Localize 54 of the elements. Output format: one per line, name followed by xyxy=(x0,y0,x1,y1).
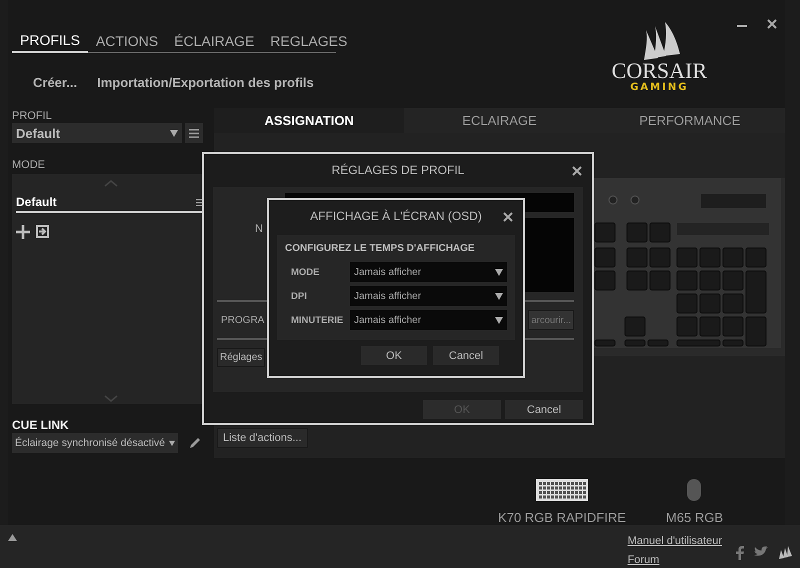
twitter-icon[interactable] xyxy=(754,546,768,556)
footer-link[interactable]: Forum xyxy=(628,554,722,566)
caret-icon xyxy=(169,440,175,446)
action-list-button[interactable]: Liste d'actions... xyxy=(217,428,308,448)
brand-subtitle: GAMING xyxy=(630,82,688,93)
menu-button[interactable] xyxy=(185,123,203,143)
device-name[interactable]: K70 RGB RAPIDFIRE xyxy=(498,510,626,525)
device-tab[interactable]: ECLAIRAGE xyxy=(404,108,595,133)
close-icon xyxy=(767,19,777,29)
mouse-icon xyxy=(686,478,702,502)
keyboard-icon xyxy=(534,478,589,502)
field-label: PROFIL xyxy=(12,110,53,122)
caret-icon xyxy=(495,316,503,324)
display-dropdown[interactable]: Jamais afficher xyxy=(350,310,507,330)
display-dropdown[interactable]: Jamais afficher xyxy=(350,262,507,282)
dialog-button[interactable]: Cancel xyxy=(433,346,499,365)
sails-icon[interactable] xyxy=(778,546,792,558)
field-label: PROGRA xyxy=(221,314,264,326)
settings-button[interactable]: Réglages xyxy=(217,348,266,367)
section-heading: CONFIGUREZ LE TEMPS D'AFFICHAGE xyxy=(285,243,476,254)
dialog-button[interactable]: OK xyxy=(361,346,427,365)
dialog-title: RÉGLAGES DE PROFIL xyxy=(332,163,464,177)
menu-link[interactable]: Importation/Exportation des profils xyxy=(97,75,314,90)
field-label: N xyxy=(255,223,263,237)
footer-link[interactable]: Manuel d'utilisateur xyxy=(628,534,722,546)
brand-name: CORSAIR xyxy=(612,60,707,82)
dialog-title: AFFICHAGE À L'ÉCRAN (OSD) xyxy=(310,209,482,223)
field-label: MODE xyxy=(290,266,320,278)
display-dropdown[interactable]: Jamais afficher xyxy=(350,286,507,306)
field-label: MINUTERIE xyxy=(290,314,344,326)
cue-link-dropdown[interactable]: Éclairage synchronisé désactivé xyxy=(12,433,178,453)
field-label: DPI xyxy=(290,290,308,302)
close-icon xyxy=(572,166,582,176)
nav-tab[interactable]: ÉCLAIRAGE xyxy=(166,30,262,52)
nav-tab[interactable]: ACTIONS xyxy=(88,30,166,52)
device-tab[interactable]: PERFORMANCE xyxy=(594,108,785,133)
caret-icon xyxy=(495,268,503,276)
facebook-icon[interactable] xyxy=(736,546,744,560)
menu-link[interactable]: Créer... xyxy=(33,75,78,90)
nav-tab[interactable]: PROFILS xyxy=(12,30,88,53)
dialog-button[interactable]: Cancel xyxy=(505,400,583,419)
expand-up-icon[interactable] xyxy=(8,534,17,541)
field-label: MODE xyxy=(12,159,46,171)
close-icon xyxy=(503,212,513,222)
caret-icon xyxy=(170,130,178,136)
nav-tab[interactable]: REGLAGES xyxy=(262,30,356,52)
pencil-icon[interactable] xyxy=(188,436,202,450)
device-tab[interactable]: ASSIGNATION xyxy=(214,108,404,133)
menu-icon xyxy=(189,128,199,138)
plus-icon[interactable] xyxy=(16,225,30,239)
import-icon[interactable] xyxy=(36,225,49,238)
profile-dropdown[interactable]: Default xyxy=(12,123,182,143)
section-label: CUE LINK xyxy=(12,418,70,432)
device-name[interactable]: M65 RGB xyxy=(666,510,723,525)
